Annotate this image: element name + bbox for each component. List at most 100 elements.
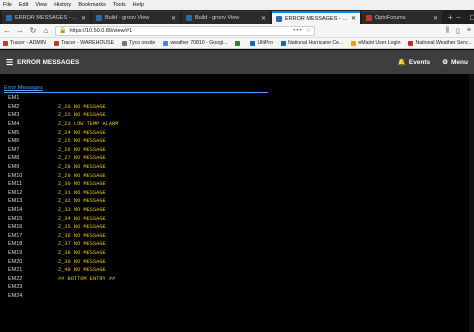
message-label: EM22 [8,275,23,282]
message-row: EM19 Z_38 NO MESSAGE [0,249,300,258]
message-row: EM1 [0,94,300,103]
message-value: Z_38 NO MESSAGE [58,249,106,256]
menu-button[interactable]: ⚙ Menu [442,58,468,67]
bookmark-item[interactable]: Tracer - ADMIN [3,40,46,46]
message-label: EM21 [8,267,23,274]
bookmark-item[interactable]: weather 70810 - Googl... [163,40,227,46]
message-value: Z_23 LOW TEMP ALARM [58,121,119,128]
bookmark-star-icon[interactable]: ☆ [306,27,311,34]
menu-item-tools[interactable]: Tools [113,2,126,8]
page-title: ERROR MESSAGES [17,58,80,66]
message-row: EM12 Z_31 NO MESSAGE [0,189,300,198]
browser-menu-icon[interactable]: ≡ [467,27,471,35]
message-value: Z_31 NO MESSAGE [58,189,106,196]
bookmark-item[interactable]: National Weather Serv... [408,40,472,46]
message-row: EM22 ## BOTTOM ENTRY ## [0,274,300,283]
bookmark-icon [408,40,414,46]
bookmark-item[interactable]: National Hurricane Ce... [281,40,343,46]
bookmark-item[interactable]: UltiPro [250,40,273,46]
new-tab-button[interactable]: + [444,11,457,24]
tab-label: ERROR MESSAGES - groov [15,15,78,21]
scrollbar[interactable] [469,74,474,332]
message-value: Z_36 NO MESSAGE [58,232,106,239]
browser-tab[interactable]: ERROR MESSAGES - groov✕ [272,11,360,24]
bookmark-item[interactable]: eMaint User Login [351,40,400,46]
menu-label: Menu [451,58,468,66]
bookmark-icon [53,40,59,46]
message-value: Z_35 NO MESSAGE [58,224,106,231]
sidebar-icon[interactable]: ▯ [456,27,460,35]
message-value: Z_25 NO MESSAGE [58,138,106,145]
library-icon[interactable]: ⫼ [446,27,449,35]
message-label: EM11 [8,181,22,188]
bookmark-label: eMaint User Login [358,40,401,46]
message-row: EM24 [0,292,300,301]
message-value: Z_27 NO MESSAGE [58,155,106,162]
page-actions-icon[interactable]: ••• [293,28,302,34]
message-value: Z_29 NO MESSAGE [58,172,106,179]
url-text: https://10.50.0.89/view/#1 [69,27,133,34]
message-row: EM13 Z_32 NO MESSAGE [0,197,300,206]
message-row: EM23 [0,283,300,292]
message-label: EM24 [8,292,23,299]
message-label: EM2 [8,103,20,110]
events-button[interactable]: 🔔 Events [398,58,430,67]
message-label: EM16 [8,224,23,231]
bookmark-item[interactable] [235,40,242,46]
message-row: EM21 Z_40 NO MESSAGE [0,266,300,275]
forward-icon[interactable]: → [16,26,24,35]
bookmark-icon [3,40,8,46]
message-value: Z_20 NO MESSAGE [58,103,106,110]
message-label: EM13 [8,198,23,205]
message-label: EM19 [8,249,23,256]
message-label: EM9 [8,164,20,171]
menu-item-file[interactable]: File [3,2,12,8]
address-bar[interactable]: 🔒 https://10.50.0.89/view/#1 ••• ☆ [55,25,315,36]
tab-close-icon[interactable]: ✕ [261,15,266,22]
browser-tab[interactable]: OptoForums ✕ [362,11,442,24]
menu-item-edit[interactable]: Edit [19,2,28,8]
bookmark-label: Tracer - ADMIN [10,40,46,46]
tab-bar: ERROR MESSAGES - groov✕Build - groov Vie… [0,10,474,24]
menu-bar: File Edit View History Bookmarks Tools Help [0,0,474,10]
bookmark-label: National Weather Serv... [415,40,472,46]
hamburger-icon[interactable]: ☰ [6,58,13,67]
menu-item-help[interactable]: Help [133,2,144,8]
tab-close-icon[interactable]: ✕ [351,15,356,22]
tab-close-icon[interactable]: ✕ [171,15,176,22]
message-label: EM14 [8,207,23,214]
bookmark-icon [250,40,256,46]
section-title: Error Messages [4,85,43,91]
browser-tab[interactable]: Build - groov View ✕ [182,11,270,24]
message-value: Z_33 NO MESSAGE [58,207,106,214]
message-label: EM12 [8,189,23,196]
browser-tab[interactable]: ERROR MESSAGES - groov✕ [2,11,90,24]
message-label: EM17 [8,232,23,239]
tab-close-icon[interactable]: ✕ [81,15,86,22]
message-label: EM5 [8,129,20,136]
maximize-icon[interactable]: ☐ [470,14,474,22]
tab-close-icon[interactable]: ✕ [433,15,438,22]
minimize-icon[interactable]: – [457,14,461,21]
browser-tab[interactable]: Build - groov View ✕ [92,11,180,24]
message-label: EM10 [8,172,23,179]
home-icon[interactable]: ⌂ [42,26,50,35]
message-label: EM20 [8,258,23,265]
message-row: EM4 Z_23 LOW TEMP ALARM [0,120,300,129]
message-row: EM14 Z_33 NO MESSAGE [0,206,300,215]
menu-item-view[interactable]: View [35,2,47,8]
bookmark-item[interactable]: Tracer - WAREHOUSE [53,40,114,46]
back-icon[interactable]: ← [3,26,11,35]
menu-item-history[interactable]: History [54,2,71,8]
bookmark-icon [351,40,357,46]
reload-icon[interactable]: ↻ [29,26,37,35]
bookmark-icon [281,40,287,46]
message-row: EM10 Z_29 NO MESSAGE [0,171,300,180]
main-content: Error Messages EM1 EM2 Z_20 NO MESSAGE EM3 Z… [0,74,474,332]
message-value: Z_39 NO MESSAGE [58,258,106,265]
message-value: ## BOTTOM ENTRY ## [58,275,116,282]
navigation-bar: ← → ↻ ⌂ 🔒 https://10.50.0.89/view/#1 •••… [0,24,474,38]
bookmark-item[interactable]: Tyco onsite [122,40,155,46]
section-divider [4,92,268,93]
menu-item-bookmarks[interactable]: Bookmarks [78,2,106,8]
